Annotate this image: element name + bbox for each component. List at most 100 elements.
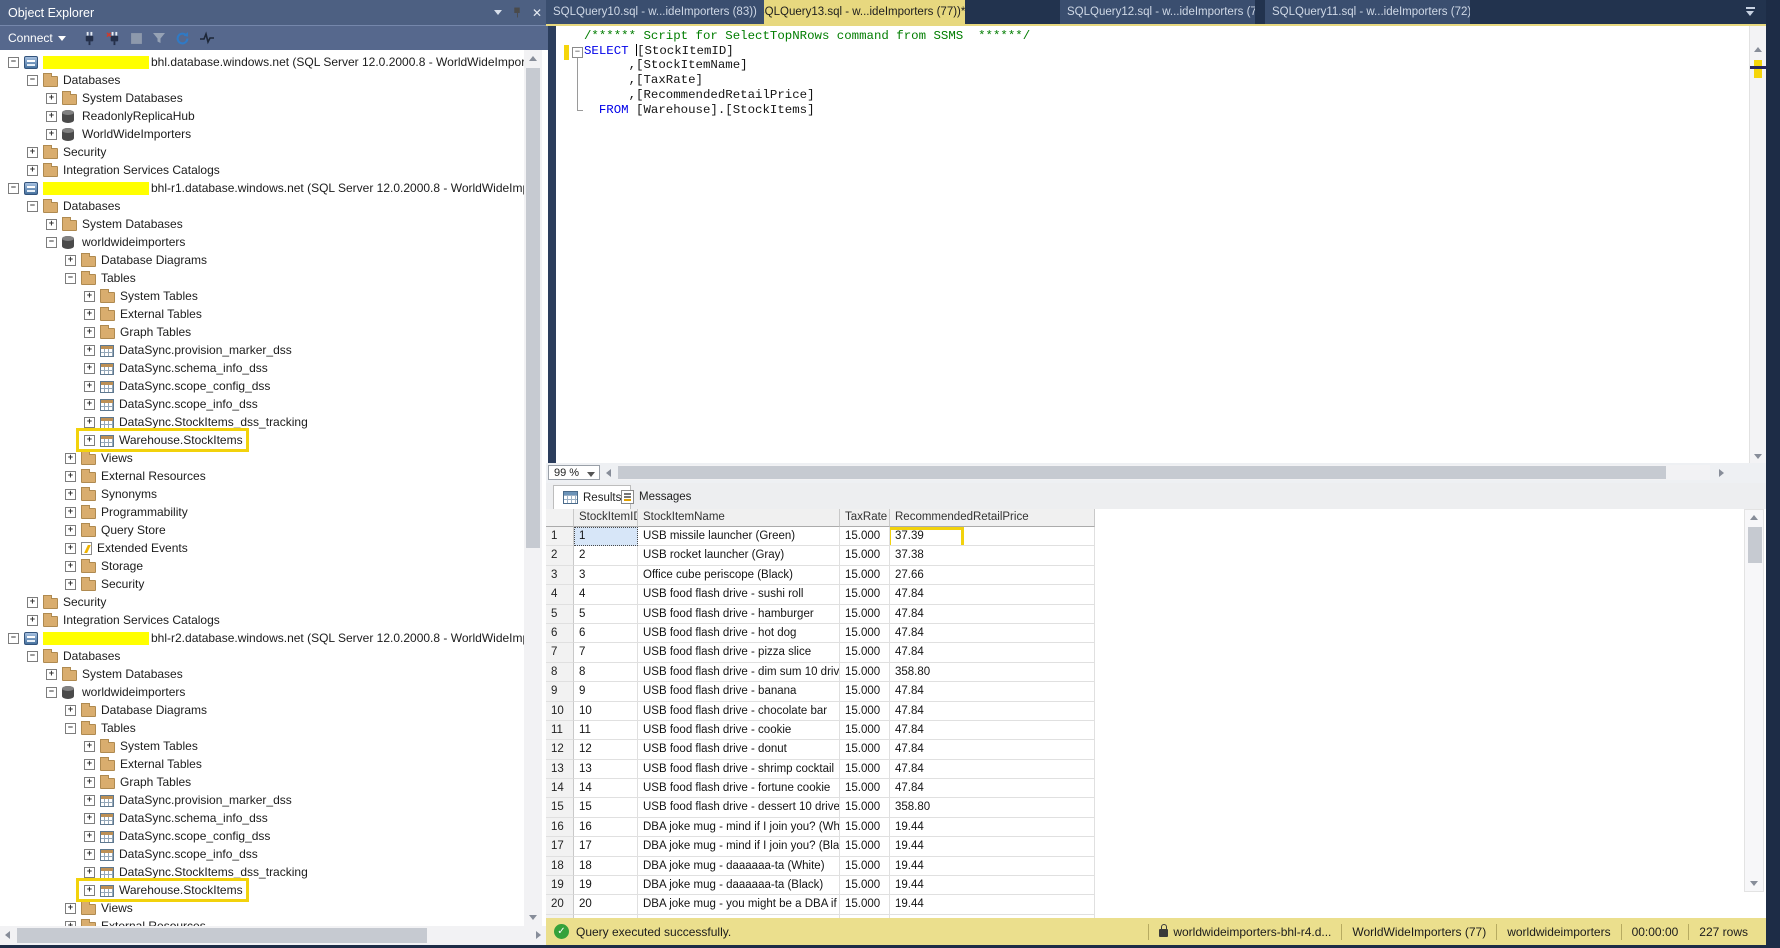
- expander-icon[interactable]: +: [46, 111, 57, 122]
- tree-item[interactable]: + Database Diagrams: [0, 701, 524, 719]
- stock-item-name-cell[interactable]: DBA joke mug - mind if I join you? (Blac…: [638, 837, 840, 856]
- tree-item[interactable]: + Views: [0, 899, 524, 917]
- tree-item[interactable]: + DataSync.StockItems_dss_tracking: [0, 863, 524, 881]
- tax-rate-cell[interactable]: 15.000: [840, 527, 890, 546]
- stock-item-name-cell[interactable]: DBA joke mug - mind if I join you? (Whit…: [638, 818, 840, 837]
- results-tab[interactable]: Messages: [612, 485, 700, 509]
- expander-icon[interactable]: +: [84, 345, 95, 356]
- pin-icon[interactable]: [513, 8, 520, 18]
- expander-icon[interactable]: +: [65, 471, 76, 482]
- expander-icon[interactable]: +: [46, 129, 57, 140]
- expander-icon[interactable]: +: [27, 597, 38, 608]
- connect-button[interactable]: Connect: [8, 31, 66, 45]
- tax-rate-cell[interactable]: 15.000: [840, 740, 890, 759]
- expander-icon[interactable]: +: [84, 885, 95, 896]
- stock-item-id-cell[interactable]: 2: [574, 546, 638, 565]
- recommended-retail-price-cell[interactable]: 19.44: [890, 857, 1095, 876]
- tree-item[interactable]: + Views: [0, 449, 524, 467]
- stop-icon[interactable]: [130, 32, 143, 45]
- tree-item[interactable]: − Tables: [0, 269, 524, 287]
- tax-rate-cell[interactable]: 15.000: [840, 876, 890, 895]
- expander-icon[interactable]: +: [84, 309, 95, 320]
- row-number-cell[interactable]: 19: [546, 876, 574, 895]
- tree-item[interactable]: − bhl.database.windows.net (SQL Server 1…: [0, 53, 524, 71]
- tax-rate-cell[interactable]: 15.000: [840, 798, 890, 817]
- column-header[interactable]: StockItemName: [638, 509, 840, 527]
- stock-item-name-cell[interactable]: DBA joke mug - you might be a DBA if (Wh…: [638, 895, 840, 914]
- tree-item[interactable]: + Query Store: [0, 521, 524, 539]
- stock-item-id-cell[interactable]: 10: [574, 702, 638, 721]
- expander-icon[interactable]: +: [27, 147, 38, 158]
- row-number-cell[interactable]: 13: [546, 760, 574, 779]
- tree-item[interactable]: + Programmability: [0, 503, 524, 521]
- tree-item[interactable]: − worldwideimporters: [0, 683, 524, 701]
- tax-rate-cell[interactable]: 15.000: [840, 663, 890, 682]
- tree-item[interactable]: + Extended Events: [0, 539, 524, 557]
- stock-item-name-cell[interactable]: USB food flash drive - pizza slice: [638, 643, 840, 662]
- expander-icon[interactable]: +: [65, 489, 76, 500]
- expander-icon[interactable]: −: [27, 651, 38, 662]
- stock-item-id-cell[interactable]: 19: [574, 876, 638, 895]
- row-number-cell[interactable]: 1: [546, 527, 574, 546]
- stock-item-id-cell[interactable]: 20: [574, 895, 638, 914]
- object-explorer-horizontal-scrollbar[interactable]: [0, 926, 546, 945]
- expander-icon[interactable]: −: [8, 183, 19, 194]
- tree-item[interactable]: − bhl-r2.database.windows.net (SQL Serve…: [0, 629, 524, 647]
- row-number-cell[interactable]: 18: [546, 857, 574, 876]
- corner-header-cell[interactable]: [546, 509, 574, 527]
- tree-item[interactable]: + External Resources: [0, 917, 524, 926]
- tax-rate-cell[interactable]: 15.000: [840, 643, 890, 662]
- expander-icon[interactable]: −: [65, 273, 76, 284]
- recommended-retail-price-cell[interactable]: 47.84: [890, 740, 1095, 759]
- stock-item-id-cell[interactable]: 14: [574, 779, 638, 798]
- activity-monitor-icon[interactable]: [199, 31, 215, 45]
- tree-item[interactable]: + Security: [0, 143, 524, 161]
- expander-icon[interactable]: +: [65, 705, 76, 716]
- expander-icon[interactable]: +: [84, 435, 95, 446]
- recommended-retail-price-cell[interactable]: 37.38: [890, 546, 1095, 565]
- recommended-retail-price-cell[interactable]: 358.80: [890, 798, 1095, 817]
- object-explorer-vertical-scrollbar[interactable]: [524, 50, 542, 926]
- expander-icon[interactable]: −: [46, 687, 57, 698]
- expander-icon[interactable]: +: [84, 777, 95, 788]
- row-number-cell[interactable]: 11: [546, 721, 574, 740]
- stock-item-id-cell[interactable]: 11: [574, 721, 638, 740]
- expander-icon[interactable]: +: [84, 849, 95, 860]
- stock-item-id-cell[interactable]: 3: [574, 566, 638, 585]
- tax-rate-cell[interactable]: 15.000: [840, 585, 890, 604]
- stock-item-id-cell[interactable]: 18: [574, 857, 638, 876]
- tree-item[interactable]: + Storage: [0, 557, 524, 575]
- stock-item-name-cell[interactable]: USB food flash drive - shrimp cocktail: [638, 760, 840, 779]
- expander-icon[interactable]: +: [65, 525, 76, 536]
- expander-icon[interactable]: +: [46, 219, 57, 230]
- recommended-retail-price-cell[interactable]: 47.84: [890, 605, 1095, 624]
- stock-item-id-cell[interactable]: 6: [574, 624, 638, 643]
- row-number-cell[interactable]: 17: [546, 837, 574, 856]
- document-tab[interactable]: SQLQuery10.sql - w...ideImporters (83)) …: [546, 0, 764, 24]
- recommended-retail-price-cell[interactable]: 47.84: [890, 682, 1095, 701]
- expander-icon[interactable]: −: [27, 75, 38, 86]
- expander-icon[interactable]: +: [65, 579, 76, 590]
- tax-rate-cell[interactable]: 15.000: [840, 895, 890, 914]
- recommended-retail-price-cell[interactable]: 358.80: [890, 663, 1095, 682]
- stock-item-id-cell[interactable]: 7: [574, 643, 638, 662]
- stock-item-id-cell[interactable]: 4: [574, 585, 638, 604]
- expander-icon[interactable]: +: [46, 669, 57, 680]
- row-number-cell[interactable]: 8: [546, 663, 574, 682]
- tree-item[interactable]: + DataSync.provision_marker_dss: [0, 341, 524, 359]
- tax-rate-cell[interactable]: 15.000: [840, 837, 890, 856]
- tree-item[interactable]: + System Databases: [0, 665, 524, 683]
- refresh-icon[interactable]: [175, 31, 190, 46]
- recommended-retail-price-cell[interactable]: 47.84: [890, 760, 1095, 779]
- tree-item[interactable]: + Graph Tables: [0, 773, 524, 791]
- tree-item[interactable]: − bhl-r1.database.windows.net (SQL Serve…: [0, 179, 524, 197]
- stock-item-id-cell[interactable]: 13: [574, 760, 638, 779]
- stock-item-name-cell[interactable]: USB food flash drive - fortune cookie: [638, 779, 840, 798]
- tree-item[interactable]: + System Databases: [0, 215, 524, 233]
- document-tab[interactable]: SQLQuery13.sql - w...ideImporters (77))*…: [750, 0, 965, 24]
- tax-rate-cell[interactable]: 15.000: [840, 760, 890, 779]
- tax-rate-cell[interactable]: 15.000: [840, 566, 890, 585]
- tree-item[interactable]: − Tables: [0, 719, 524, 737]
- hscroll-right-arrow[interactable]: [1719, 469, 1724, 477]
- row-number-cell[interactable]: 20: [546, 895, 574, 914]
